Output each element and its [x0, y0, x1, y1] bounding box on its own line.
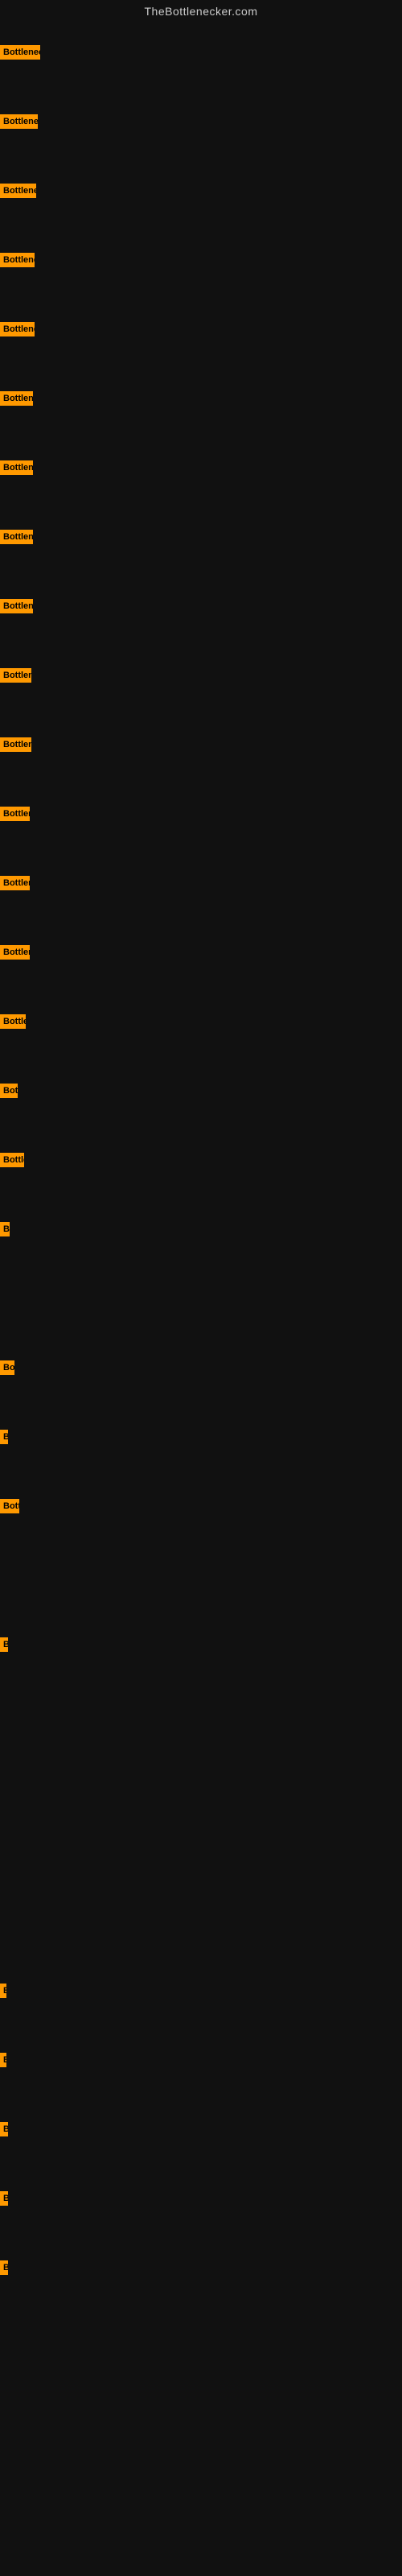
bottleneck-bar-label: Bottleneck resu [0, 460, 33, 475]
bar-row: Bottleneck result [0, 114, 38, 129]
bottleneck-bar-label: Bo [0, 1360, 14, 1375]
bottleneck-bar-label: Bottleneck resu [0, 737, 31, 752]
bar-row: Bottleneck resu [0, 668, 31, 683]
bottleneck-bar-label: B [0, 2260, 8, 2275]
bar-row: Bo [0, 1360, 14, 1375]
bottleneck-bar-label: B [0, 1984, 6, 1998]
bottleneck-bar-label: Bottleneck re [0, 807, 30, 821]
bar-row: Bottleneck resu [0, 391, 33, 406]
bottleneck-bar-label: Bottleneck resu [0, 322, 35, 336]
bottleneck-bar-label: B [0, 1637, 8, 1652]
bottleneck-bar-label: B [0, 2122, 8, 2136]
bottleneck-bar-label: Bottleneck re [0, 876, 30, 890]
bar-row: Bott [0, 1499, 19, 1513]
bottleneck-bar-label: Bot [0, 1084, 18, 1098]
bar-row: B [0, 1637, 8, 1652]
bar-row: B [0, 2260, 8, 2275]
bar-row: Bottleneck resu [0, 530, 33, 544]
bar-row: Bottleneck resul [0, 184, 36, 198]
bar-row: Bot [0, 1084, 18, 1098]
bar-row: Bottleneck resu [0, 322, 35, 336]
bar-row: Bottleneck resu [0, 737, 31, 752]
bar-row: B [0, 1222, 10, 1236]
bar-row: Bottlenec [0, 1014, 26, 1029]
bar-row: Bottleneck resu [0, 460, 33, 475]
bottleneck-bar-label: Bott [0, 1499, 19, 1513]
bar-row: Bottleneck resu [0, 599, 33, 613]
bar-row: B [0, 2053, 6, 2067]
bar-row: Bottlen [0, 1153, 24, 1167]
bar-row: B [0, 2122, 8, 2136]
site-title: TheBottlenecker.com [0, 0, 402, 21]
bar-row: Bottleneck re [0, 876, 30, 890]
bottleneck-bar-label: Bottlen [0, 1153, 24, 1167]
bottleneck-bar-label: Bottleneck resu [0, 668, 31, 683]
bottleneck-bar-label: Bottleneck result [0, 114, 38, 129]
bottleneck-bar-label: B [0, 1222, 10, 1236]
bottleneck-bar-label: Bottleneck resul [0, 184, 36, 198]
bottleneck-bar-label: Bottleneck re [0, 945, 30, 960]
bottleneck-bar-label: Bottleneck resu [0, 391, 33, 406]
bar-row: B [0, 2191, 8, 2206]
bar-row: Bottleneck re [0, 945, 30, 960]
bottleneck-bar-label: Bottleneck resu [0, 599, 33, 613]
bottleneck-bar-label: B [0, 2053, 6, 2067]
bar-row: Bottleneck re [0, 807, 30, 821]
bottleneck-bar-label: Bottleneck resu [0, 253, 35, 267]
bottleneck-bar-label: Bottlenec [0, 1014, 26, 1029]
bottleneck-bar-label: B [0, 2191, 8, 2206]
bar-row: B [0, 1430, 8, 1444]
bottleneck-bar-label: Bottleneck resu [0, 530, 33, 544]
bar-row: Bottleneck resu [0, 253, 35, 267]
bottleneck-bar-label: Bottleneck result [0, 45, 40, 60]
bottleneck-bar-label: B [0, 1430, 8, 1444]
bar-row: B [0, 1984, 6, 1998]
bar-row: Bottleneck result [0, 45, 40, 60]
